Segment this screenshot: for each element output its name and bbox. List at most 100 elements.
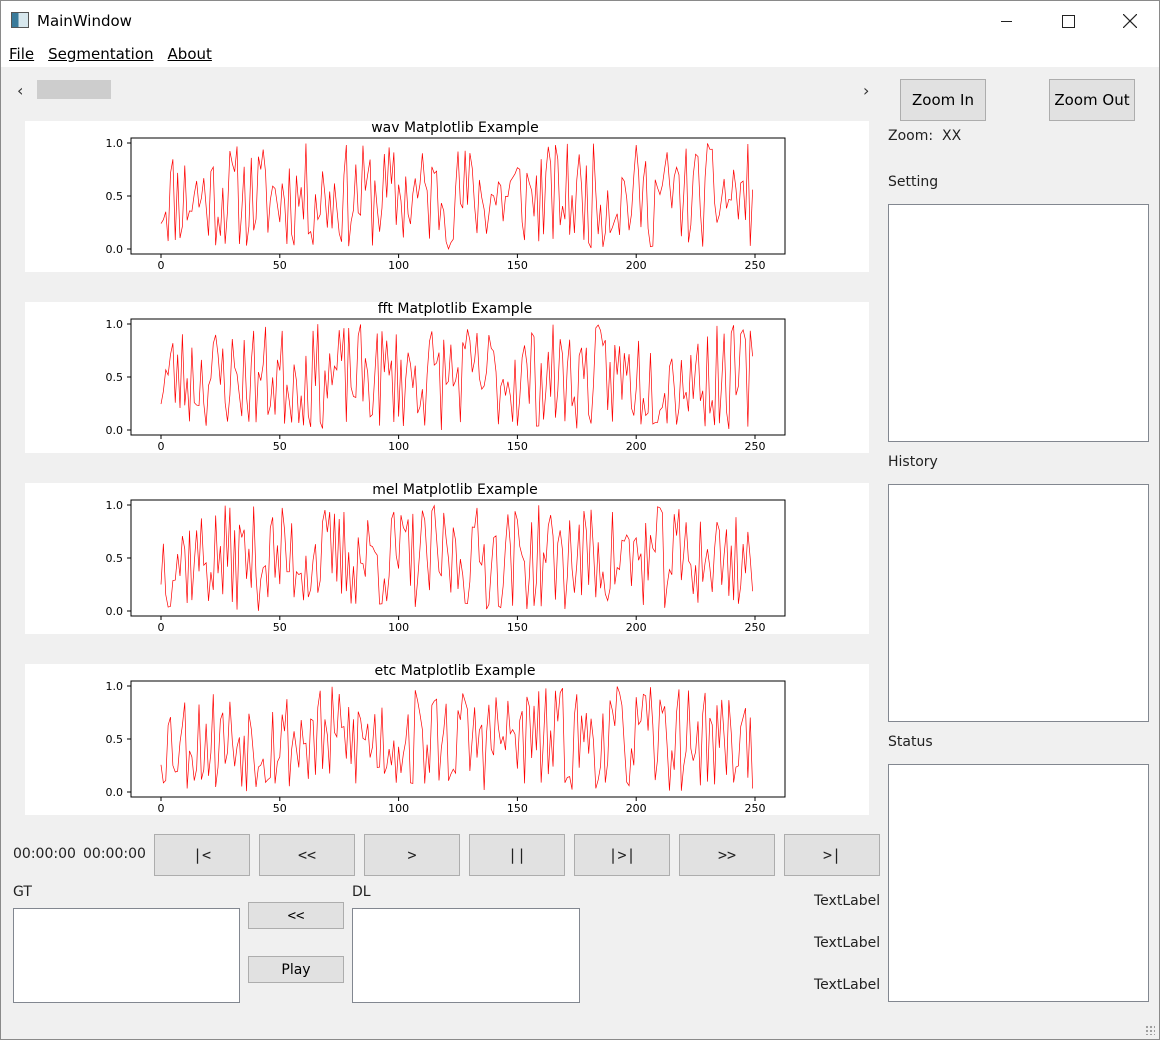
plot-etc: etc Matplotlib Example 0.0 0.5 1.0 0 50 100 150… xyxy=(25,664,869,815)
x-tick-label: 50 xyxy=(273,259,287,272)
x-tick-label: 150 xyxy=(507,440,528,453)
minimize-button[interactable] xyxy=(975,1,1037,41)
x-tick-label: 150 xyxy=(507,621,528,634)
x-tick-label: 150 xyxy=(507,259,528,272)
transfer-button[interactable]: << xyxy=(248,902,344,929)
zoom-readout: Zoom: XX xyxy=(888,128,962,144)
x-tick-label: 100 xyxy=(388,440,409,453)
rewind-button[interactable]: << xyxy=(259,834,355,876)
fast-forward-button[interactable]: >> xyxy=(679,834,775,876)
series-line xyxy=(160,143,753,250)
step-button[interactable]: |>| xyxy=(574,834,670,876)
chart-title: wav Matplotlib Example xyxy=(371,121,539,136)
x-tick-label: 0 xyxy=(158,440,165,453)
x-tick-label: 200 xyxy=(626,621,647,634)
y-tick-label: 1.0 xyxy=(106,318,124,331)
y-tick-label: 0.5 xyxy=(106,552,124,565)
maximize-icon xyxy=(1061,14,1075,28)
series-line xyxy=(160,686,753,792)
y-tick-label: 0.0 xyxy=(106,605,124,618)
horizontal-scrollbar[interactable]: ‹ › xyxy=(13,77,879,103)
skip-to-start-button[interactable]: |< xyxy=(154,834,250,876)
chart-etc: etc Matplotlib Example 0.0 0.5 1.0 0 50 100 150… xyxy=(106,664,786,815)
x-tick-label: 250 xyxy=(745,259,766,272)
main-window: MainWindow File Segmentation About ‹ › w… xyxy=(0,0,1160,1040)
zoom-out-button[interactable]: Zoom Out xyxy=(1049,79,1135,121)
x-tick-label: 0 xyxy=(158,259,165,272)
chart-wav: wav Matplotlib Example 0.0 0.5 1.0 0 50 100 150… xyxy=(106,121,786,272)
chart-title: fft Matplotlib Example xyxy=(378,302,532,317)
x-tick-label: 250 xyxy=(745,802,766,815)
text-label-1: TextLabel xyxy=(814,893,881,909)
window-title: MainWindow xyxy=(37,12,132,30)
zoom-in-button[interactable]: Zoom In xyxy=(900,79,986,121)
text-label-3: TextLabel xyxy=(814,977,881,993)
title-bar: MainWindow xyxy=(1,1,1159,41)
plot-wav: wav Matplotlib Example 0.0 0.5 1.0 0 50 100 150… xyxy=(25,121,869,272)
y-tick-label: 1.0 xyxy=(106,137,124,150)
menu-file[interactable]: File xyxy=(1,45,41,63)
y-tick-label: 1.0 xyxy=(106,680,124,693)
play-button[interactable]: > xyxy=(364,834,460,876)
x-tick-label: 50 xyxy=(273,802,287,815)
history-label: History xyxy=(888,454,938,470)
axes-frame xyxy=(130,318,786,436)
setting-label: Setting xyxy=(888,174,939,190)
y-tick-label: 0.0 xyxy=(106,424,124,437)
x-tick-label: 100 xyxy=(388,802,409,815)
menu-bar: File Segmentation About xyxy=(1,41,1159,67)
x-tick-label: 50 xyxy=(273,440,287,453)
chart-title: mel Matplotlib Example xyxy=(372,483,537,498)
gt-box[interactable] xyxy=(13,908,240,1003)
x-tick-label: 150 xyxy=(507,802,528,815)
x-tick-label: 0 xyxy=(158,802,165,815)
y-tick-label: 0.5 xyxy=(106,190,124,203)
x-tick-label: 100 xyxy=(388,259,409,272)
x-tick-label: 250 xyxy=(745,440,766,453)
status-label: Status xyxy=(888,734,933,750)
x-tick-label: 200 xyxy=(626,259,647,272)
setting-box[interactable] xyxy=(888,204,1149,442)
dl-box[interactable] xyxy=(352,908,580,1003)
text-label-2: TextLabel xyxy=(814,935,881,951)
x-tick-label: 0 xyxy=(158,621,165,634)
close-button[interactable] xyxy=(1099,1,1160,41)
chart-mel: mel Matplotlib Example 0.0 0.5 1.0 0 50 100 150… xyxy=(106,483,786,634)
minimize-icon xyxy=(1000,20,1012,22)
resize-grip-icon[interactable] xyxy=(1145,1025,1155,1035)
app-icon xyxy=(11,12,29,28)
close-icon xyxy=(1123,14,1137,28)
scroll-left-icon[interactable]: ‹ xyxy=(17,81,23,100)
series-line xyxy=(160,504,753,611)
play-segment-button[interactable]: Play xyxy=(248,956,344,983)
x-tick-label: 200 xyxy=(626,802,647,815)
scroll-thumb[interactable] xyxy=(37,80,111,99)
x-tick-label: 50 xyxy=(273,621,287,634)
plot-fft: fft Matplotlib Example 0.0 0.5 1.0 0 50 100 150… xyxy=(25,302,869,453)
history-box[interactable] xyxy=(888,484,1149,722)
chart-fft: fft Matplotlib Example 0.0 0.5 1.0 0 50 100 150… xyxy=(106,302,786,453)
skip-to-end-button[interactable]: >| xyxy=(784,834,880,876)
y-tick-label: 0.0 xyxy=(106,243,124,256)
axes-frame xyxy=(130,499,786,617)
y-tick-label: 0.0 xyxy=(106,786,124,799)
plot-mel: mel Matplotlib Example 0.0 0.5 1.0 0 50 100 150… xyxy=(25,483,869,634)
time-current: 00:00:00 xyxy=(13,846,76,862)
x-tick-label: 250 xyxy=(745,621,766,634)
maximize-button[interactable] xyxy=(1037,1,1099,41)
y-tick-label: 0.5 xyxy=(106,733,124,746)
x-tick-label: 200 xyxy=(626,440,647,453)
gt-label: GT xyxy=(13,884,32,900)
status-box[interactable] xyxy=(888,764,1149,1002)
dl-label: DL xyxy=(352,884,371,900)
series-line xyxy=(160,324,753,430)
pause-button[interactable]: || xyxy=(469,834,565,876)
chart-title: etc Matplotlib Example xyxy=(374,664,535,679)
time-total: 00:00:00 xyxy=(83,846,146,862)
menu-about[interactable]: About xyxy=(161,45,219,63)
x-tick-label: 100 xyxy=(388,621,409,634)
y-tick-label: 0.5 xyxy=(106,371,124,384)
menu-segmentation[interactable]: Segmentation xyxy=(41,45,160,63)
y-tick-label: 1.0 xyxy=(106,499,124,512)
scroll-right-icon[interactable]: › xyxy=(863,81,869,100)
